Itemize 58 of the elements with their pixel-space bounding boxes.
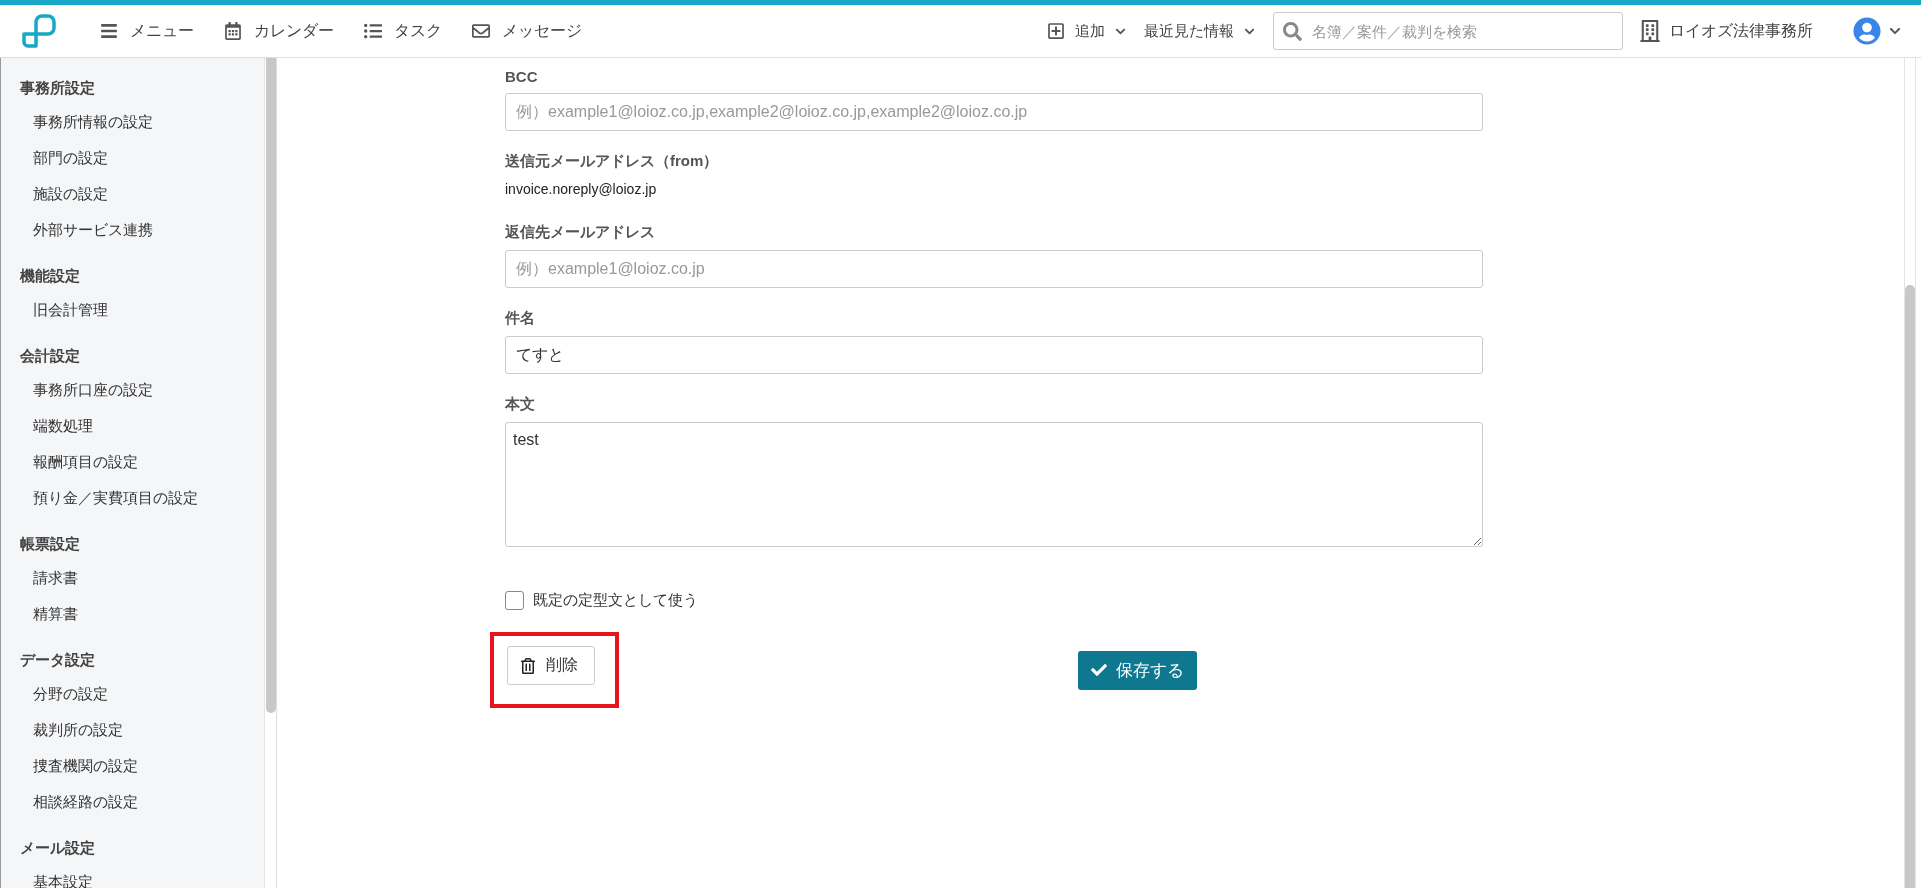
nav-link[interactable]: メニュー <box>100 20 194 42</box>
field-label: BCC <box>505 68 539 85</box>
sidebar-item[interactable]: 外部サービス連携 <box>33 212 153 248</box>
logo-icon[interactable] <box>20 12 58 50</box>
chevron-down-icon <box>1889 25 1901 37</box>
sidebar-item[interactable]: 精算書 <box>33 596 78 632</box>
sidebar-item[interactable]: 預り金／実費項目の設定 <box>33 480 198 516</box>
sidebar-item[interactable]: 事務所情報の設定 <box>33 104 153 140</box>
default-template-checkbox[interactable]: 既定の定型文として使う <box>505 591 1483 610</box>
sidebar-item[interactable]: 部門の設定 <box>33 140 108 176</box>
sidebar-section-title: 帳票設定 <box>20 534 81 554</box>
sidebar-item[interactable]: 報酬項目の設定 <box>33 444 138 480</box>
sidebar-section-title: メール設定 <box>20 838 96 858</box>
scrollbar-thumb[interactable] <box>1905 285 1915 888</box>
sidebar-item[interactable]: 事務所口座の設定 <box>33 372 153 408</box>
sidebar-item[interactable]: 捜査機関の設定 <box>33 748 138 784</box>
list-icon <box>364 22 382 40</box>
nav-link[interactable]: カレンダー <box>224 20 334 42</box>
checkbox-label: 既定の定型文として使う <box>533 591 698 610</box>
user-avatar-icon <box>1853 17 1881 45</box>
sidebar-item[interactable]: 旧会計管理 <box>33 292 108 328</box>
nav-link[interactable]: メッセージ <box>472 20 582 42</box>
sidebar-item[interactable]: 端数処理 <box>33 408 93 444</box>
sidebar-section-title: 事務所設定 <box>20 78 96 98</box>
add-menu-button[interactable]: 追加 <box>1047 21 1126 41</box>
sidebar-item[interactable]: 請求書 <box>33 560 78 596</box>
checkbox[interactable] <box>505 591 524 610</box>
sidebar-item[interactable]: 分野の設定 <box>33 676 108 712</box>
textarea-field[interactable]: test <box>505 422 1483 547</box>
sidebar-item[interactable]: 施設の設定 <box>33 176 108 212</box>
delete-button[interactable]: 削除 <box>507 646 595 685</box>
trash-icon <box>520 657 536 674</box>
office-link[interactable]: ロイオズ法律事務所 <box>1639 20 1813 42</box>
sidebar-section-title: 会計設定 <box>20 346 81 366</box>
text-field[interactable]: てすと <box>505 336 1483 374</box>
sidebar-section-title: 機能設定 <box>20 266 81 286</box>
search-field[interactable]: 名簿／案件／裁判を検索 <box>1273 12 1623 50</box>
building-icon <box>1639 20 1661 42</box>
calendar-icon <box>224 22 242 40</box>
field-label: 送信元メールアドレス（from） <box>505 152 720 171</box>
menu-icon <box>100 22 118 40</box>
field-label: 件名 <box>505 309 536 328</box>
field-label: 返信先メールアドレス <box>505 223 656 242</box>
user-menu-button[interactable] <box>1853 17 1901 45</box>
scrollbar-thumb[interactable] <box>266 58 276 713</box>
sidebar-item[interactable]: 相談経路の設定 <box>33 784 138 820</box>
search-icon <box>1283 22 1302 41</box>
nav-link[interactable]: タスク <box>364 20 442 42</box>
sidebar-item[interactable]: 裁判所の設定 <box>33 712 123 748</box>
envelope-icon <box>472 22 490 40</box>
field-label: 本文 <box>505 395 536 414</box>
recent-menu-button[interactable]: 最近見た情報 <box>1144 21 1255 41</box>
sidebar-section-title: データ設定 <box>20 650 96 670</box>
check-icon <box>1091 662 1107 678</box>
field-value: invoice.noreply@loioz.jp <box>505 181 658 197</box>
save-button[interactable]: 保存する <box>1078 650 1197 690</box>
text-field[interactable]: 例）example1@loioz.co.jp <box>505 250 1483 288</box>
text-field[interactable]: 例）example1@loioz.co.jp,example2@loioz.co.jp,example2@loioz.co.jp <box>505 93 1483 131</box>
